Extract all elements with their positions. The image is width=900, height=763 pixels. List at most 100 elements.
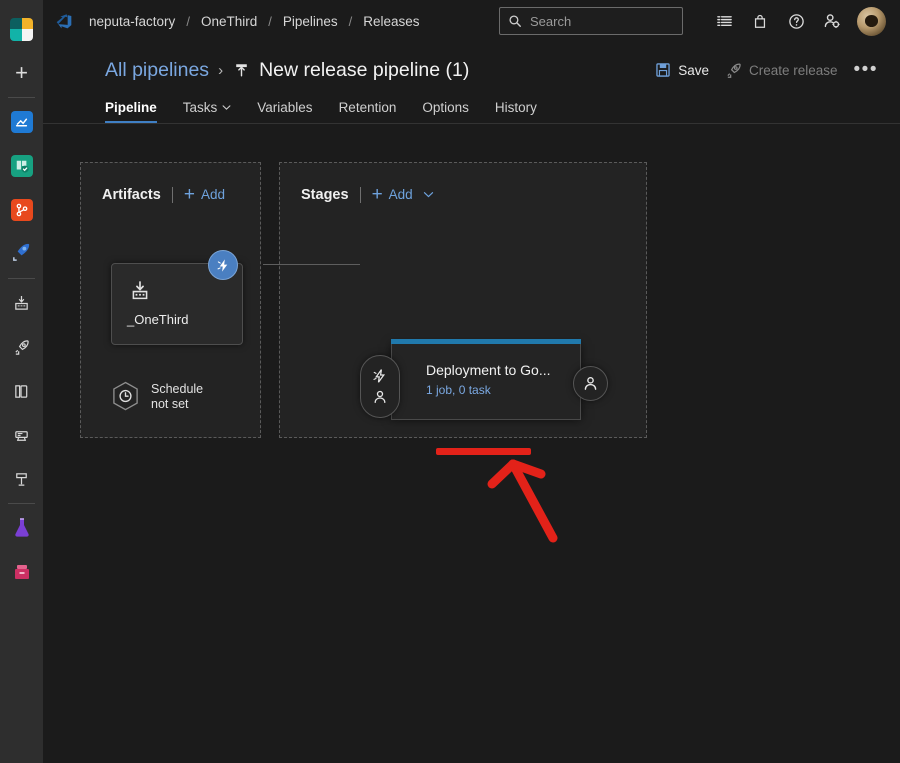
stage-status-bar: [391, 339, 581, 344]
help-glyph: [788, 13, 805, 30]
tab-variables-label: Variables: [257, 100, 312, 115]
tab-retention[interactable]: Retention: [339, 100, 397, 123]
artifacts-divider: [172, 187, 173, 203]
boards-icon[interactable]: [0, 144, 43, 188]
stage-card-wrapper: Deployment to Go... 1 job, 0 task: [391, 344, 581, 420]
rocket-icon: [725, 62, 742, 79]
tab-tasks[interactable]: Tasks: [183, 100, 232, 123]
add-stage-chevron-down-icon[interactable]: [423, 189, 434, 200]
devops-infinity-glyph: [53, 10, 75, 32]
rail-divider-bottom: [8, 503, 35, 504]
tab-history[interactable]: History: [495, 100, 537, 123]
overflow-menu-button[interactable]: •••: [854, 65, 878, 75]
tab-pipeline-label: Pipeline: [105, 100, 157, 115]
logo-grid-icon: [10, 18, 33, 41]
build-artifact-icon: [129, 280, 151, 307]
create-new-plus-icon[interactable]: +: [0, 51, 43, 95]
azure-devops-home-logo[interactable]: [0, 7, 43, 51]
list-icon[interactable]: [707, 4, 741, 38]
tab-pipeline[interactable]: Pipeline: [105, 100, 157, 123]
shopping-bag-icon[interactable]: [743, 4, 777, 38]
add-artifact-button[interactable]: + Add: [184, 185, 225, 204]
schedule-trigger[interactable]: Schedule not set: [111, 381, 203, 412]
stage-card[interactable]: Deployment to Go... 1 job, 0 task: [391, 344, 581, 420]
help-icon[interactable]: [779, 4, 813, 38]
post-deployment-conditions[interactable]: [573, 366, 608, 401]
create-release-button[interactable]: Create release: [725, 62, 838, 79]
header-actions: Save Create release •••: [655, 62, 878, 79]
plus-glyph: +: [15, 62, 28, 84]
app-root: +: [0, 0, 900, 763]
save-label: Save: [678, 63, 709, 78]
tab-variables[interactable]: Variables: [257, 100, 312, 123]
schedule-line-2: not set: [151, 397, 203, 412]
tab-history-label: History: [495, 100, 537, 115]
search-placeholder: Search: [530, 14, 571, 29]
stages-divider: [360, 187, 361, 203]
save-button[interactable]: Save: [655, 62, 709, 78]
create-release-label: Create release: [749, 63, 838, 78]
stages-title: Stages: [301, 187, 349, 203]
deployment-groups-icon[interactable]: [0, 457, 43, 501]
artifacts-icon[interactable]: [0, 550, 43, 594]
artifact-name: _OneThird: [127, 312, 188, 327]
releases-rocket-icon[interactable]: [0, 325, 43, 369]
tab-options[interactable]: Options: [422, 100, 469, 123]
pre-deployment-conditions[interactable]: [360, 355, 400, 418]
task-groups-icon[interactable]: [0, 413, 43, 457]
releases-glyph: [13, 339, 30, 356]
global-top-bar: neputa-factory / OneThird / Pipelines / …: [43, 0, 900, 42]
pipelines-glyph: [10, 240, 33, 268]
pipeline-canvas: Artifacts + Add _OneT: [43, 124, 900, 763]
avatar[interactable]: [857, 7, 886, 36]
breadcrumb-releases[interactable]: Releases: [363, 14, 419, 29]
schedule-clock-icon: [111, 381, 140, 412]
breadcrumb-separator-3: /: [349, 14, 353, 29]
boards-glyph: [11, 155, 33, 177]
add-stage-label: Add: [389, 187, 413, 202]
page-header: All pipelines › New release pipeline (1): [43, 42, 900, 86]
save-disk-icon: [655, 62, 671, 78]
user-settings-glyph: [823, 12, 841, 30]
breadcrumb-organization[interactable]: neputa-factory: [89, 14, 175, 29]
chevron-down-icon: [222, 103, 231, 112]
tab-retention-label: Retention: [339, 100, 397, 115]
library-icon[interactable]: [0, 369, 43, 413]
search-icon: [508, 14, 522, 28]
stage-text-block: Deployment to Go... 1 job, 0 task: [392, 344, 580, 397]
main-column: neputa-factory / OneThird / Pipelines / …: [43, 0, 900, 763]
tab-tasks-label: Tasks: [183, 100, 218, 115]
breadcrumb-separator-1: /: [186, 14, 190, 29]
all-pipelines-link[interactable]: All pipelines: [105, 59, 209, 82]
pipelines-icon[interactable]: [0, 232, 43, 276]
test-plans-flask-icon[interactable]: [0, 506, 43, 550]
release-pipeline-glyph: [233, 62, 250, 79]
add-artifact-label: Add: [201, 187, 225, 202]
user-settings-icon[interactable]: [815, 4, 849, 38]
stage-job-task-summary[interactable]: 1 job, 0 task: [426, 383, 580, 397]
breadcrumb-pipelines[interactable]: Pipelines: [283, 14, 338, 29]
add-stage-button[interactable]: + Add: [372, 185, 434, 204]
left-navigation-rail: +: [0, 0, 43, 763]
red-arrow-pointing-to-job-task: [483, 446, 588, 561]
schedule-text: Schedule not set: [151, 382, 203, 412]
task-groups-glyph: [13, 427, 30, 444]
pre-approval-person-icon: [372, 389, 388, 405]
artifacts-title: Artifacts: [102, 187, 161, 203]
build-artifact-glyph: [129, 280, 151, 302]
overview-glyph: [11, 111, 33, 133]
azure-devops-org-logo[interactable]: [51, 8, 77, 34]
trigger-lightning-icon: [372, 368, 388, 384]
artifact-card[interactable]: _OneThird: [111, 263, 243, 345]
flask-glyph: [12, 517, 32, 539]
page-title: New release pipeline (1): [259, 59, 469, 82]
continuous-deployment-lightning-icon[interactable]: [208, 250, 238, 280]
repos-icon[interactable]: [0, 188, 43, 232]
breadcrumb-project[interactable]: OneThird: [201, 14, 257, 29]
rail-divider-mid: [8, 278, 35, 279]
builds-icon[interactable]: [0, 281, 43, 325]
release-pipeline-icon: [233, 62, 250, 79]
library-glyph: [13, 383, 30, 400]
overview-icon[interactable]: [0, 100, 43, 144]
search-input[interactable]: Search: [499, 7, 683, 35]
